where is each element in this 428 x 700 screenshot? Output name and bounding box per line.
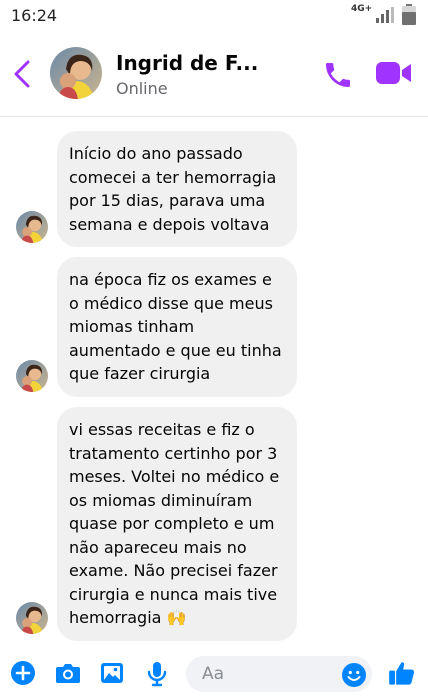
contact-name[interactable]: Ingrid de F... xyxy=(116,51,258,75)
sender-avatar xyxy=(16,211,48,243)
back-arrow-icon[interactable] xyxy=(10,56,34,92)
emoji-icon[interactable] xyxy=(342,663,366,687)
phone-call-icon[interactable] xyxy=(322,59,354,91)
thumbs-up-icon[interactable] xyxy=(388,659,416,687)
video-call-icon[interactable] xyxy=(376,60,412,86)
status-time: 16:24 xyxy=(11,6,58,25)
battery-icon xyxy=(402,4,416,25)
signal-icon xyxy=(376,7,394,23)
message-composer xyxy=(0,650,428,700)
plus-icon[interactable] xyxy=(11,661,35,685)
camera-icon[interactable] xyxy=(55,661,81,685)
chat-header: Ingrid de F... Online xyxy=(0,32,428,117)
contact-avatar[interactable] xyxy=(50,47,102,99)
contact-status: Online xyxy=(116,79,168,98)
status-bar: 16:24 4G+ xyxy=(0,0,428,32)
message-bubble[interactable]: na época fiz os exames e o médico disse … xyxy=(57,257,297,397)
microphone-icon[interactable] xyxy=(147,661,167,687)
message-bubble[interactable]: Início do ano passado comecei a ter hemo… xyxy=(57,131,297,247)
network-type-label: 4G+ xyxy=(351,4,373,14)
sender-avatar xyxy=(16,602,48,634)
gallery-icon[interactable] xyxy=(100,661,124,685)
message-bubble[interactable]: vi essas receitas e fiz o tratamento cer… xyxy=(57,407,297,641)
sender-avatar xyxy=(16,360,48,392)
